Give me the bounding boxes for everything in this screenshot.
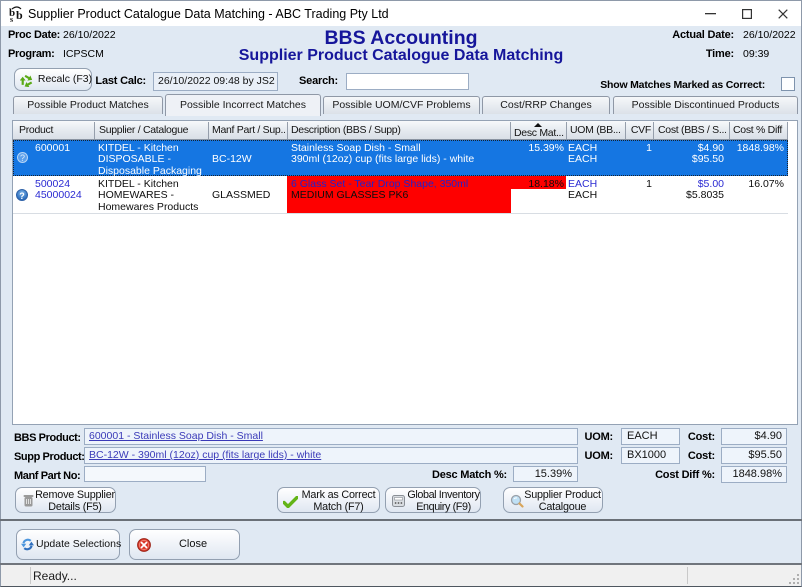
svg-text:s: s [10, 15, 13, 23]
svg-text:b: b [16, 8, 23, 22]
